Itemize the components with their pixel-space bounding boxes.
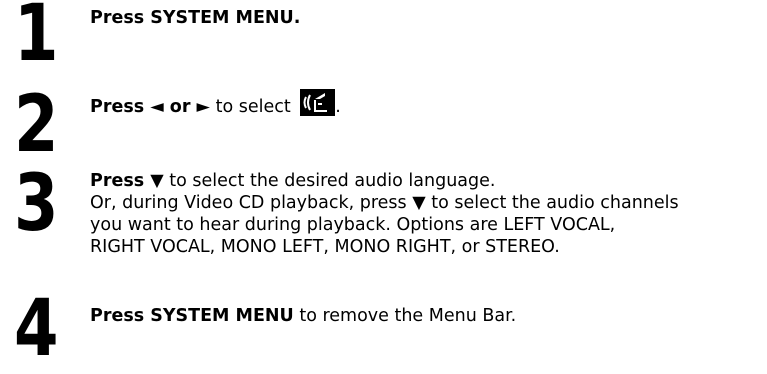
step-3-text: Press ▼ to select the desired audio lang…: [90, 170, 679, 258]
step-4-rest: to remove the Menu Bar.: [293, 306, 517, 326]
step-number-1: 1: [14, 0, 59, 79]
step-4-text: Press SYSTEM MENU to remove the Menu Bar…: [90, 305, 516, 327]
step-number-3: 3: [14, 159, 59, 249]
step-number-2: 2: [14, 80, 59, 170]
step-3-line-3: you want to hear during playback. Option…: [90, 215, 616, 235]
step-2-end: .: [335, 97, 341, 117]
step-1-instruction: Press SYSTEM MENU.: [90, 8, 301, 28]
step-3-line-2: Or, during Video CD playback, press ▼ to…: [90, 193, 679, 213]
step-2-text: Press ◄ or ► to select .: [90, 89, 341, 118]
audio-language-icon: [300, 89, 336, 116]
step-3-rest: to select the desired audio language.: [163, 171, 496, 191]
step-4-instruction: Press SYSTEM MENU: [90, 306, 294, 326]
step-2-instruction: Press ◄ or ►: [90, 97, 211, 117]
step-1-text: Press SYSTEM MENU.: [90, 7, 300, 29]
step-number-4: 4: [14, 284, 59, 374]
step-3-line-1: Press ▼ to select the desired audio lang…: [90, 170, 679, 192]
step-3-line-4: RIGHT VOCAL, MONO LEFT, MONO RIGHT, or S…: [90, 237, 560, 257]
step-2-rest: to select: [210, 97, 297, 117]
step-3-instruction: Press ▼: [90, 171, 164, 191]
